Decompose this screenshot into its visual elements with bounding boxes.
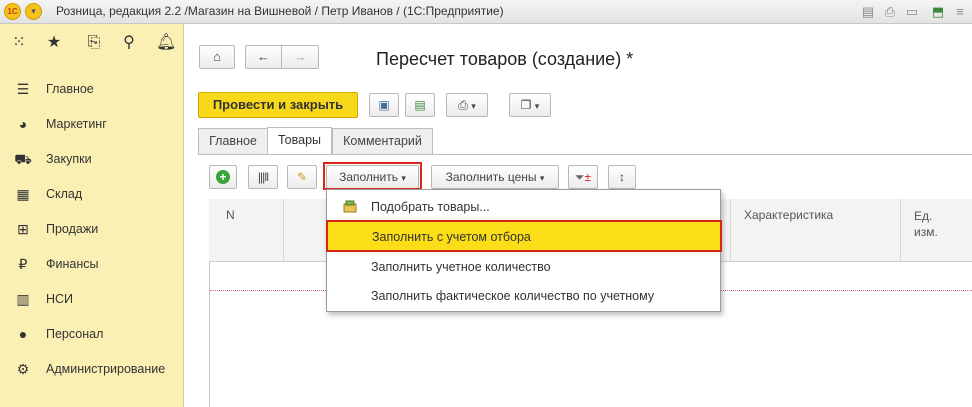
chevron-down-icon: ▾ xyxy=(471,101,476,111)
documents-icon: ❐ xyxy=(520,98,532,112)
sidebar-item-marketing[interactable]: ◕ Маркетинг xyxy=(0,109,184,139)
column-header-characteristic[interactable]: Характеристика xyxy=(744,208,833,222)
filter-button[interactable]: ⏷± xyxy=(568,165,598,189)
expand-vertical-icon: ↕ xyxy=(619,170,625,184)
main-menu-button[interactable]: ▾ xyxy=(25,3,42,20)
sidebar-item-label: Продажи xyxy=(46,222,99,236)
column-divider xyxy=(900,199,901,262)
create-based-on-button[interactable]: ❐ ▾ xyxy=(509,93,551,117)
resize-rows-button[interactable]: ↕ xyxy=(608,165,636,189)
cart-in-icon: ⛟ xyxy=(14,151,32,167)
menu-item-label: Заполнить с учетом отбора xyxy=(372,230,531,244)
back-button[interactable]: ← xyxy=(245,45,281,69)
post-document-icon: ▤ xyxy=(414,98,426,112)
sidebar-item-label: Главное xyxy=(46,82,94,96)
menu-item-label: Заполнить фактическое количество по учет… xyxy=(371,289,655,303)
tab-comment[interactable]: Комментарий xyxy=(332,128,433,154)
sidebar-item-warehouse[interactable]: ▦ Склад xyxy=(0,179,184,209)
sidebar-item-label: Финансы xyxy=(46,257,99,271)
fill-prices-button[interactable]: Заполнить цены ▾ xyxy=(431,165,559,189)
sidebar-item-label: Администрирование xyxy=(46,362,166,376)
app-logo: 1С xyxy=(4,3,21,20)
window-title: Розница, редакция 2.2 /Магазин на Вишнев… xyxy=(56,4,504,18)
sidebar-item-label: Закупки xyxy=(46,152,92,166)
books-icon: ▥ xyxy=(16,291,30,307)
filter-icon: ⏷± xyxy=(574,170,592,184)
tab-divider xyxy=(198,154,972,155)
add-row-button[interactable]: + xyxy=(209,165,237,189)
arrow-left-icon: ← xyxy=(257,49,270,64)
sidebar-item-main[interactable]: ☰ Главное xyxy=(0,74,184,104)
home-button[interactable]: ⌂ xyxy=(199,45,235,69)
save-icon: ▣ xyxy=(378,98,390,112)
matching-button[interactable]: ✎ xyxy=(287,165,317,189)
notification-icon[interactable]: ⬒ xyxy=(930,4,946,19)
menu-item-select-goods[interactable]: Подобрать товары... xyxy=(327,192,720,222)
menu-item-fill-accounting-qty[interactable]: Заполнить учетное количество xyxy=(327,252,720,282)
printer-icon: ⎙ xyxy=(458,98,468,112)
sidebar-item-label: Склад xyxy=(46,187,83,201)
menu-lines-icon: ☰ xyxy=(16,81,30,97)
gear-icon: ⚙ xyxy=(16,361,30,377)
barcode-search-button[interactable]: |||‖ xyxy=(248,165,278,189)
column-header-n[interactable]: N xyxy=(226,208,235,222)
save-button[interactable]: ▣ xyxy=(369,93,399,117)
fill-prices-label: Заполнить цены xyxy=(445,170,537,184)
warehouse-icon: ▦ xyxy=(16,186,30,202)
basket-icon: ⊞ xyxy=(17,221,29,237)
tab-main[interactable]: Главное xyxy=(198,128,268,154)
sidebar-item-personnel[interactable]: ● Персонал xyxy=(0,319,184,349)
sidebar-item-sales[interactable]: ⊞ Продажи xyxy=(0,214,184,244)
window-titlebar: 1С ▾ Розница, редакция 2.2 /Магазин на В… xyxy=(0,0,972,24)
page-title: Пересчет товаров (создание) * xyxy=(376,49,634,69)
sidebar-item-finance[interactable]: ₽ Финансы xyxy=(0,249,184,279)
chevron-down-icon: ▾ xyxy=(534,101,540,111)
search-icon[interactable]: ⚲ xyxy=(119,33,139,53)
post-and-close-button[interactable]: Провести и закрыть xyxy=(198,92,358,118)
fill-button-highlight xyxy=(323,162,422,190)
menu-item-fill-by-filter[interactable]: Заполнить с учетом отбора xyxy=(326,220,722,252)
menu-item-fill-actual-by-accounting[interactable]: Заполнить фактическое количество по учет… xyxy=(327,281,720,311)
fill-dropdown-menu: Подобрать товары... Заполнить с учетом о… xyxy=(326,189,722,312)
menu-item-label: Подобрать товары... xyxy=(371,200,490,214)
sidebar-item-label: Персонал xyxy=(46,327,104,341)
menu-icon[interactable]: ≡ xyxy=(952,4,968,19)
add-icon: + xyxy=(216,170,230,184)
pie-chart-icon: ◕ xyxy=(18,116,28,132)
pencil-icon: ✎ xyxy=(296,170,308,184)
chevron-down-icon: ▾ xyxy=(539,173,545,183)
list-icon[interactable]: ▤ xyxy=(860,4,876,19)
home-icon: ⌂ xyxy=(213,49,221,64)
apps-grid-icon[interactable]: ⁙ xyxy=(9,33,29,53)
bell-icon[interactable]: 🔔︎ xyxy=(156,33,176,53)
column-header-unit[interactable]: Ед. изм. xyxy=(914,208,938,240)
history-icon[interactable]: ⎘ xyxy=(84,33,104,53)
forward-button[interactable]: → xyxy=(281,45,319,69)
sidebar-toolbar: ⁙ ★ ⎘ ⚲ 🔔︎ xyxy=(0,24,184,60)
sidebar-item-label: НСИ xyxy=(46,292,74,306)
arrow-right-icon: → xyxy=(293,49,307,64)
menu-item-label: Заполнить учетное количество xyxy=(371,260,551,274)
person-icon: ● xyxy=(18,326,28,342)
print-icon[interactable]: ⎙ xyxy=(882,4,898,19)
barcode-icon: |||‖ xyxy=(257,170,269,184)
tab-goods[interactable]: Товары xyxy=(267,127,332,155)
sidebar-item-label: Маркетинг xyxy=(46,117,107,131)
sidebar-item-nsi[interactable]: ▥ НСИ xyxy=(0,284,184,314)
sidebar-item-purchases[interactable]: ⛟ Закупки xyxy=(0,144,184,174)
post-button[interactable]: ▤ xyxy=(405,93,435,117)
ruble-icon: ₽ xyxy=(18,256,28,272)
print-menu-button[interactable]: ⎙ ▾ xyxy=(446,93,488,117)
select-goods-icon xyxy=(343,200,357,213)
sidebar-item-administration[interactable]: ⚙ Администрирование xyxy=(0,354,184,384)
column-divider xyxy=(730,199,731,262)
column-divider xyxy=(283,199,284,262)
star-icon[interactable]: ★ xyxy=(44,33,64,53)
document-icon[interactable]: ▭ xyxy=(904,4,920,19)
sections-panel: ⁙ ★ ⎘ ⚲ 🔔︎ ☰ Главное ◕ Маркетинг ⛟ Закуп… xyxy=(0,24,184,407)
